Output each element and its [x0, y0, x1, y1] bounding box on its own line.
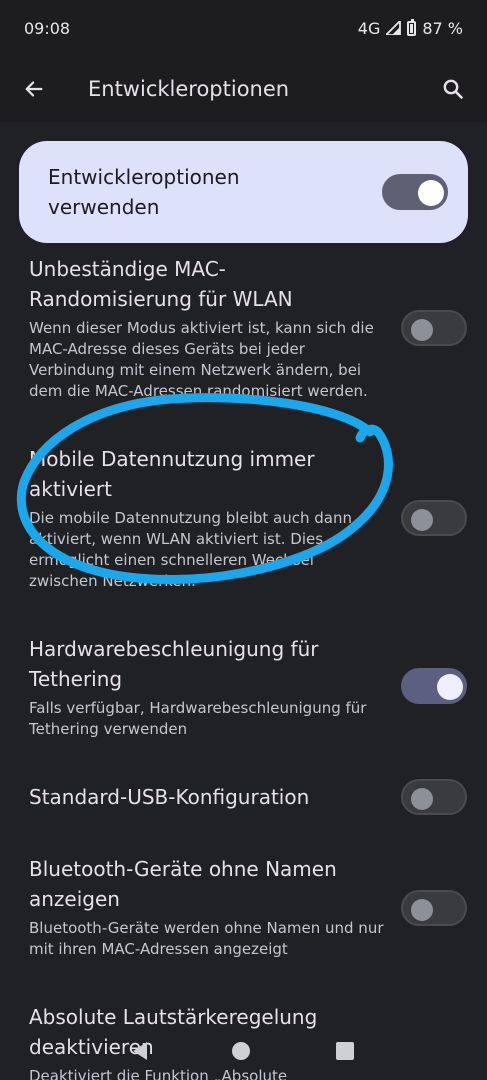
mac-randomization-switch[interactable]: [401, 310, 467, 346]
setting-title: Bluetooth-Geräte ohne Namen anzeigen: [29, 857, 337, 911]
network-type: 4G: [357, 18, 381, 38]
switch-thumb: [411, 319, 433, 341]
switch-thumb: [411, 788, 433, 810]
setting-mobile-data-always-on[interactable]: Mobile Datennutzung immer aktiviert Die …: [0, 444, 487, 604]
setting-title: Hardwarebeschleunigung für Tethering: [29, 637, 319, 691]
battery-icon: [407, 18, 417, 36]
switch-thumb: [411, 899, 433, 921]
bluetooth-no-name-switch[interactable]: [401, 890, 467, 926]
setting-title: Unbeständige MAC-Randomisierung für WLAN: [29, 257, 293, 311]
system-navigation-bar: [0, 1022, 487, 1080]
master-toggle-switch[interactable]: [382, 174, 448, 210]
page-title: Entwickleroptionen: [88, 77, 290, 101]
signal-icon: [386, 21, 402, 35]
setting-mac-randomization[interactable]: Unbeständige MAC-Randomisierung für WLAN…: [0, 254, 487, 404]
nav-recents-icon[interactable]: [336, 1042, 355, 1060]
screen: 09:08 4G 87 % Entwickleroptionen Entwick…: [0, 0, 487, 1080]
setting-default-usb-config[interactable]: Standard-USB-Konfiguration: [0, 779, 487, 815]
setting-tethering-acceleration[interactable]: Hardwarebeschleunigung für Tethering Fal…: [0, 634, 487, 754]
usb-config-switch[interactable]: [401, 779, 467, 815]
status-time: 09:08: [24, 18, 71, 38]
switch-thumb: [411, 509, 433, 531]
master-toggle-label: Entwickleroptionen verwenden: [48, 165, 240, 219]
setting-summary: Bluetooth-Geräte werden ohne Namen und n…: [29, 919, 384, 958]
setting-title: Mobile Datennutzung immer aktiviert: [29, 447, 315, 501]
setting-summary: Die mobile Datennutzung bleibt auch dann…: [29, 509, 352, 590]
nav-home-icon[interactable]: [232, 1042, 251, 1060]
status-bar: 09:08 4G 87 %: [0, 0, 487, 56]
setting-summary: Falls verfügbar, Hardwarebeschleunigung …: [29, 699, 367, 738]
status-indicators: 4G 87 %: [357, 18, 463, 38]
setting-bluetooth-no-name[interactable]: Bluetooth-Geräte ohne Namen anzeigen Blu…: [0, 854, 487, 974]
switch-thumb: [437, 674, 463, 700]
tethering-acceleration-switch[interactable]: [401, 668, 467, 704]
setting-title: Standard-USB-Konfiguration: [29, 785, 310, 809]
switch-thumb: [418, 180, 444, 206]
mobile-data-switch[interactable]: [401, 500, 467, 536]
arrow-left-icon[interactable]: [18, 73, 50, 105]
nav-back-icon[interactable]: [132, 1042, 147, 1060]
settings-content: Entwickleroptionen verwenden Unbeständig…: [0, 122, 487, 1080]
setting-summary: Wenn dieser Modus aktiviert ist, kann si…: [29, 319, 374, 400]
top-app-bar: Entwickleroptionen: [0, 56, 487, 122]
battery-level: 87 %: [422, 18, 463, 38]
search-icon[interactable]: [437, 73, 469, 105]
master-toggle-card[interactable]: Entwickleroptionen verwenden: [19, 141, 468, 243]
